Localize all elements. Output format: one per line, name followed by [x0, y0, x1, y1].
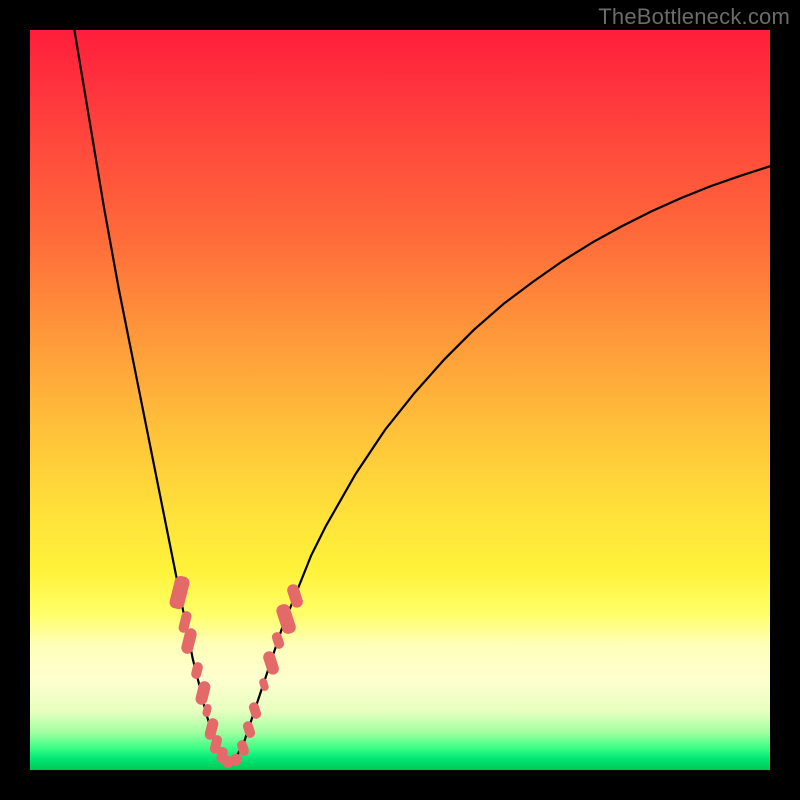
data-point — [230, 754, 242, 766]
curve-right-branch — [231, 166, 771, 762]
chart-frame: TheBottleneck.com — [0, 0, 800, 800]
watermark-text: TheBottleneck.com — [598, 4, 790, 30]
curve-layer — [30, 30, 770, 770]
plot-area — [30, 30, 770, 770]
curve-left-branch — [74, 30, 230, 763]
